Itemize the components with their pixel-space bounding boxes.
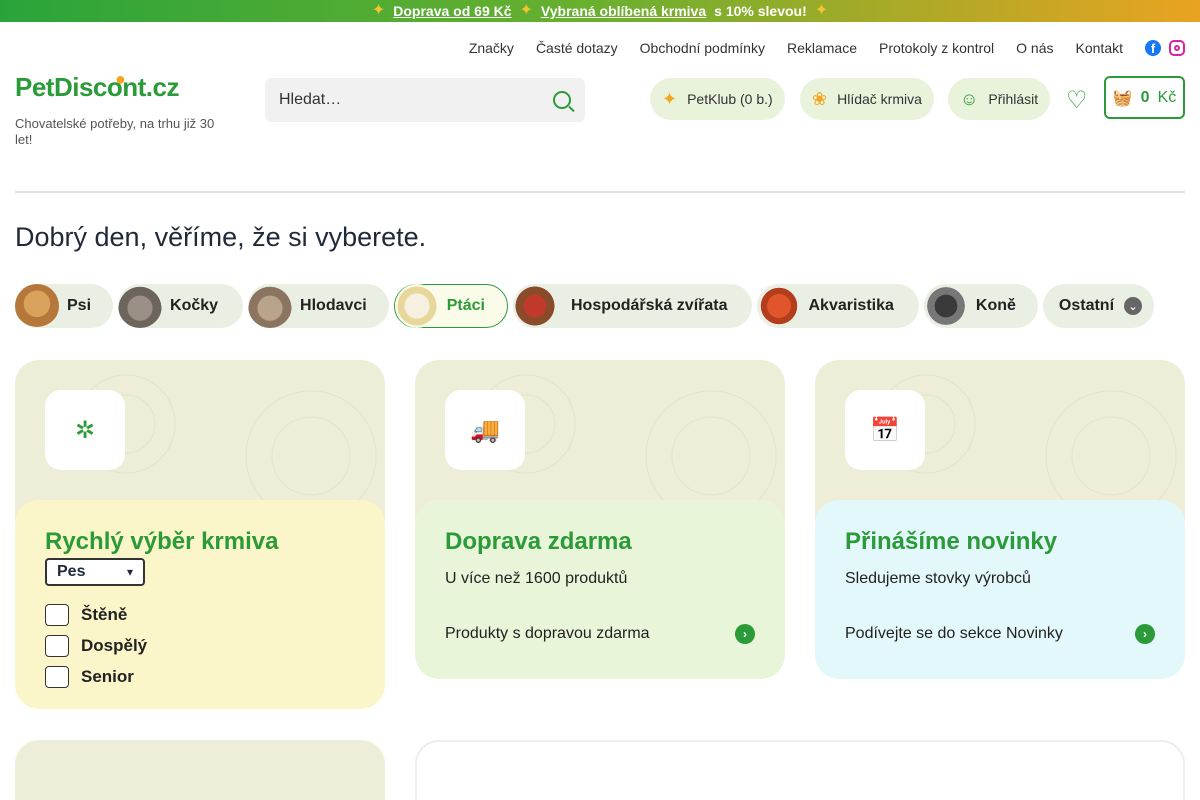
- login-button[interactable]: ☺ Přihlásit: [948, 78, 1051, 120]
- card-body: Rychlý výběr krmiva Pes ▾ Štěně Dospělý …: [15, 500, 385, 709]
- search-icon[interactable]: [553, 91, 571, 109]
- search-input[interactable]: [279, 91, 553, 109]
- basket-icon: 🧺: [1112, 89, 1133, 107]
- horse-image: [923, 284, 968, 328]
- checkbox[interactable]: [45, 666, 69, 688]
- nav-about[interactable]: O nás: [1016, 40, 1053, 56]
- facebook-icon[interactable]: f: [1145, 40, 1161, 56]
- category-label: Akvaristika: [808, 297, 894, 314]
- category-label: Ptáci: [446, 297, 485, 314]
- nav-brands[interactable]: Značky: [469, 40, 514, 56]
- nav-terms[interactable]: Obchodní podmínky: [640, 40, 765, 56]
- nav-complaints[interactable]: Reklamace: [787, 40, 857, 56]
- promo-shipping-link[interactable]: Doprava od 69 Kč: [393, 3, 511, 19]
- promo-food-link[interactable]: Vybraná oblíbená krmiva: [541, 3, 706, 19]
- checkbox[interactable]: [45, 635, 69, 657]
- animal-select[interactable]: Pes ▾: [45, 558, 145, 586]
- sparkle-icon: ✦: [519, 2, 533, 19]
- link-label: Podívejte se do sekce Novinky: [845, 625, 1063, 642]
- cart-amount: 0: [1140, 88, 1150, 106]
- paw-icon: ❀: [812, 88, 828, 109]
- free-shipping-card: 🚚 Doprava zdarma U více než 1600 produkt…: [415, 360, 785, 679]
- free-shipping-link[interactable]: Produkty s dopravou zdarma ›: [445, 624, 755, 644]
- chevron-down-icon: ▾: [126, 565, 133, 579]
- card-title: Doprava zdarma: [445, 528, 632, 555]
- cat-image: [118, 284, 163, 328]
- category-label: Koně: [975, 297, 1016, 314]
- hen-image: [512, 284, 557, 328]
- sparkle-icon: ✦: [814, 2, 829, 19]
- logo-text: PetDiscont.cz: [15, 72, 180, 102]
- age-option-adult[interactable]: Dospělý: [45, 635, 355, 657]
- card-body: Přinášíme novinky Sledujeme stovky výrob…: [815, 500, 1185, 679]
- chevron-right-icon: ›: [735, 624, 755, 644]
- card-subtitle: Sledujeme stovky výrobců: [845, 570, 1031, 587]
- logo[interactable]: ● PetDiscont.cz: [15, 69, 180, 103]
- category-label: Psi: [67, 297, 92, 314]
- dog-image: [15, 284, 59, 328]
- nav-faq[interactable]: Časté dotazy: [536, 40, 618, 56]
- card-title: Přinášíme novinky: [845, 528, 1058, 555]
- option-label: Senior: [81, 667, 134, 686]
- news-link[interactable]: Podívejte se do sekce Novinky ›: [845, 624, 1155, 644]
- category-label: Hospodářská zvířata: [570, 297, 728, 314]
- instagram-icon[interactable]: [1169, 40, 1185, 56]
- category-rodents[interactable]: Hlodavci: [248, 284, 389, 328]
- news-card: 📅 Přinášíme novinky Sledujeme stovky výr…: [815, 360, 1185, 679]
- search-box: [265, 78, 585, 122]
- nav-contact[interactable]: Kontakt: [1076, 40, 1123, 56]
- fish-image: [756, 284, 801, 328]
- link-label: Produkty s dopravou zdarma: [445, 625, 650, 642]
- category-horses[interactable]: Koně: [923, 284, 1038, 328]
- checkbox[interactable]: [45, 604, 69, 626]
- nav-protocols[interactable]: Protokoly z kontrol: [879, 40, 994, 56]
- bird-image: [394, 284, 439, 328]
- food-watch-button[interactable]: ❀ Hlídač krmiva: [800, 78, 934, 120]
- petklub-button[interactable]: ✦ PetKlub (0 b.): [650, 78, 785, 120]
- quick-food-card: ✲ Rychlý výběr krmiva Pes ▾ Štěně Dospěl…: [15, 360, 385, 709]
- header-divider: [15, 191, 1185, 193]
- food-watch-label: Hlídač krmiva: [837, 91, 922, 107]
- category-label: Hlodavci: [300, 297, 367, 314]
- sparkle-icon: ✦: [371, 2, 386, 19]
- age-option-senior[interactable]: Senior: [45, 666, 355, 688]
- rabbit-image: [248, 284, 293, 328]
- category-farm-animals[interactable]: Hospodářská zvířata: [512, 284, 752, 328]
- login-label: Přihlásit: [988, 91, 1039, 107]
- category-other[interactable]: Ostatní ⌄: [1042, 284, 1155, 328]
- card-body: Doprava zdarma U více než 1600 produktů …: [415, 500, 785, 679]
- user-icon: ☺: [960, 88, 979, 109]
- card-title: Rychlý výběr krmiva: [45, 528, 279, 555]
- category-pills: Psi Kočky Hlodavci Ptáci Hospodářská zví…: [15, 284, 1155, 328]
- age-option-puppy[interactable]: Štěně: [45, 604, 355, 626]
- category-birds[interactable]: Ptáci: [393, 284, 508, 328]
- cart-button[interactable]: 🧺 0 Kč: [1104, 76, 1185, 119]
- calendar-check-icon: 📅: [845, 390, 925, 470]
- social-links: f: [1145, 40, 1185, 56]
- category-label: Kočky: [170, 297, 219, 314]
- card-subtitle: U více než 1600 produktů: [445, 570, 628, 587]
- promo-bar: ✦ Doprava od 69 Kč ✦ Vybraná oblíbená kr…: [0, 0, 1200, 22]
- tagline: Chovatelské potřeby, na trhu již 30 let!: [15, 116, 215, 147]
- petklub-label: PetKlub (0 b.): [687, 91, 773, 107]
- top-nav: Značky Časté dotazy Obchodní podmínky Re…: [469, 40, 1185, 56]
- category-aquaristics[interactable]: Akvaristika: [756, 284, 919, 328]
- lower-card: [415, 740, 1185, 800]
- chevron-right-icon: ›: [1135, 624, 1155, 644]
- sparkle-icon: ✦: [662, 88, 678, 109]
- cart-currency: Kč: [1157, 88, 1177, 106]
- select-value: Pes: [57, 563, 86, 580]
- option-label: Dospělý: [81, 636, 148, 655]
- page-greeting: Dobrý den, věříme, že si vyberete.: [15, 222, 427, 252]
- delivery-truck-icon: 🚚: [445, 390, 525, 470]
- category-dogs[interactable]: Psi: [15, 284, 114, 328]
- star-icon: ✲: [45, 390, 125, 470]
- chevron-down-icon: ⌄: [1124, 297, 1143, 315]
- favorites-heart-icon[interactable]: ♡: [1066, 86, 1088, 115]
- category-cats[interactable]: Kočky: [118, 284, 244, 328]
- option-label: Štěně: [81, 605, 128, 624]
- category-label: Ostatní: [1058, 297, 1115, 314]
- promo-discount-text: s 10% slevou!: [714, 3, 807, 19]
- lower-card: [15, 740, 385, 800]
